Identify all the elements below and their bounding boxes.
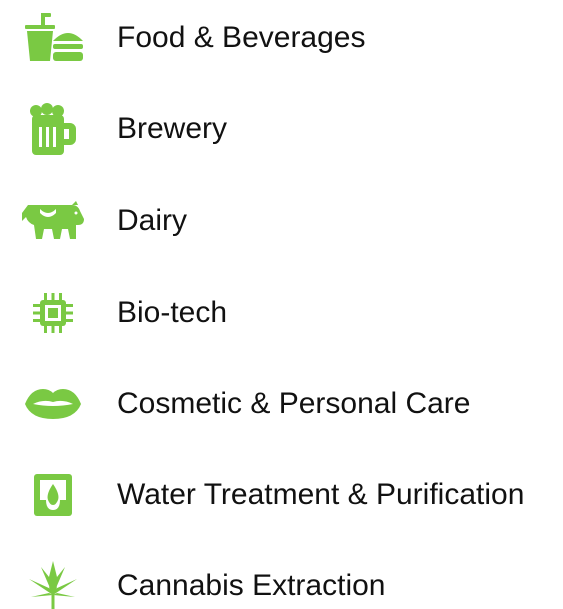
beer-mug-icon bbox=[22, 99, 84, 159]
industry-label: Brewery bbox=[117, 112, 228, 145]
industry-item-cosmetic-personal-care[interactable]: Cosmetic & Personal Care bbox=[0, 374, 563, 434]
industry-label: Cannabis Extraction bbox=[117, 569, 386, 602]
industry-label: Cosmetic & Personal Care bbox=[117, 387, 471, 420]
cannabis-leaf-icon bbox=[22, 556, 84, 609]
industry-list: Food & Beverages Brewery Dairy Bio-tech … bbox=[0, 0, 563, 609]
lips-icon bbox=[22, 374, 84, 434]
cow-icon bbox=[22, 191, 84, 251]
industry-item-food-beverages[interactable]: Food & Beverages bbox=[0, 8, 563, 68]
industry-item-cannabis-extraction[interactable]: Cannabis Extraction bbox=[0, 556, 563, 609]
industry-label: Dairy bbox=[117, 204, 188, 237]
industry-item-bio-tech[interactable]: Bio-tech bbox=[0, 283, 563, 343]
industry-item-brewery[interactable]: Brewery bbox=[0, 99, 563, 159]
microchip-icon bbox=[22, 283, 84, 343]
industry-item-dairy[interactable]: Dairy bbox=[0, 191, 563, 251]
industry-label: Food & Beverages bbox=[117, 21, 366, 54]
food-beverage-icon bbox=[22, 8, 84, 68]
industry-label: Water Treatment & Purification bbox=[117, 478, 525, 511]
industry-item-water-treatment[interactable]: Water Treatment & Purification bbox=[0, 465, 563, 525]
water-drop-box-icon bbox=[22, 465, 84, 525]
industry-label: Bio-tech bbox=[117, 296, 228, 329]
